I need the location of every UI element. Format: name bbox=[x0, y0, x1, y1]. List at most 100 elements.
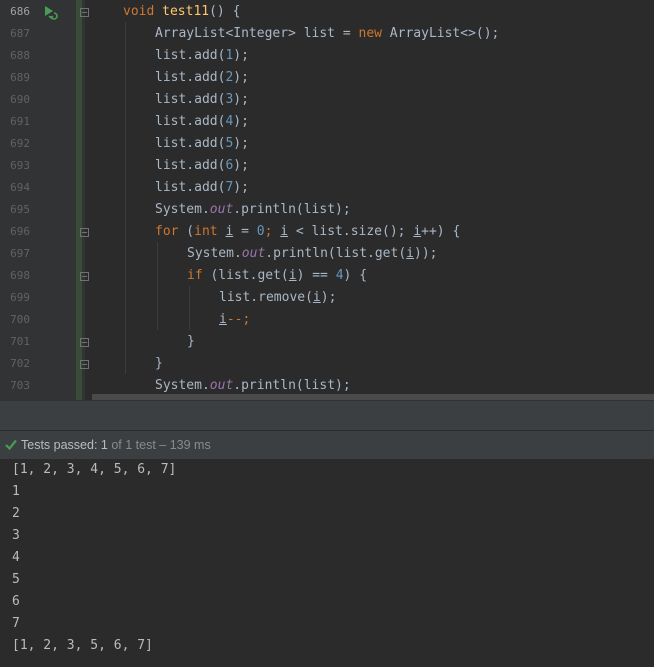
line-number: 701 bbox=[10, 335, 30, 348]
line-number: 688 bbox=[10, 49, 30, 62]
code-line-689: list.add(2); bbox=[155, 67, 654, 89]
fold-marker-icon[interactable] bbox=[80, 228, 89, 237]
gutter-line-701: 701 bbox=[0, 331, 89, 353]
code-text: ; bbox=[264, 224, 281, 239]
code-text: ); bbox=[233, 136, 249, 151]
line-number: 690 bbox=[10, 93, 30, 106]
console-line: 6 bbox=[12, 594, 20, 609]
gutter-line-689: 689 bbox=[0, 67, 85, 89]
console-line: 1 bbox=[12, 484, 20, 499]
line-number: 693 bbox=[10, 159, 30, 172]
gutter-line-694: 694 bbox=[0, 177, 85, 199]
line-number: 696 bbox=[10, 225, 30, 238]
editor-gutter: 686 687 688 689 690 691 692 693 694 695 … bbox=[0, 0, 89, 400]
run-test-icon[interactable] bbox=[42, 4, 58, 20]
code-line-701: } bbox=[187, 331, 654, 353]
code-text: ); bbox=[233, 92, 249, 107]
line-number: 695 bbox=[10, 203, 30, 216]
indent-guide bbox=[189, 286, 190, 330]
code-text: ArrayList<>(); bbox=[381, 26, 500, 41]
line-number: 692 bbox=[10, 137, 30, 150]
code-text: ); bbox=[233, 114, 249, 129]
code-text: --; bbox=[226, 312, 251, 327]
variable: i bbox=[413, 224, 422, 239]
code-text: System. bbox=[187, 246, 242, 261]
line-number: 687 bbox=[10, 27, 30, 40]
code-text: } bbox=[187, 334, 195, 349]
indent-guide bbox=[125, 22, 126, 374]
test-status: Tests passed: 1 of 1 test – 139 ms bbox=[21, 431, 211, 459]
console-line: 2 bbox=[12, 506, 20, 521]
code-text: .println(list); bbox=[233, 202, 351, 217]
code-text: ++) { bbox=[421, 224, 461, 239]
variable: i bbox=[288, 268, 297, 283]
code-line-690: list.add(3); bbox=[155, 89, 654, 111]
console-line: 3 bbox=[12, 528, 20, 543]
code-line-702: } bbox=[155, 353, 654, 375]
variable: i bbox=[312, 290, 321, 305]
indent-guide bbox=[157, 242, 158, 330]
code-line-700: i--; bbox=[219, 309, 654, 331]
code-line-698: if (list.get(i) == 4) { bbox=[187, 265, 654, 287]
line-number: 700 bbox=[10, 313, 30, 326]
code-text: list.add( bbox=[155, 114, 226, 129]
line-number: 699 bbox=[10, 291, 30, 304]
gutter-line-702: 702 bbox=[0, 353, 89, 375]
keyword: void bbox=[123, 4, 155, 19]
gutter-line-703: 703 bbox=[0, 375, 85, 397]
code-text: ); bbox=[233, 158, 249, 173]
static-field: out bbox=[209, 202, 234, 217]
code-text: () { bbox=[209, 4, 241, 19]
gutter-line-686: 686 bbox=[0, 1, 89, 23]
code-line-687: ArrayList<Integer> list = new ArrayList<… bbox=[155, 23, 654, 45]
test-passed-count: 1 bbox=[100, 438, 108, 452]
code-text: ( bbox=[178, 224, 195, 239]
code-text: list.add( bbox=[155, 136, 226, 151]
gutter-line-692: 692 bbox=[0, 133, 85, 155]
gutter-line-690: 690 bbox=[0, 89, 85, 111]
keyword: for bbox=[155, 224, 179, 239]
fold-marker-icon[interactable] bbox=[80, 338, 89, 347]
line-number: 698 bbox=[10, 269, 30, 282]
code-text: ArrayList<Integer> list = bbox=[155, 26, 359, 41]
line-number: 694 bbox=[10, 181, 30, 194]
code-line-699: list.remove(i); bbox=[219, 287, 654, 309]
code-line-688: list.add(1); bbox=[155, 45, 654, 67]
code-text: (list.get( bbox=[202, 268, 289, 283]
code-text: ); bbox=[233, 48, 249, 63]
code-editor[interactable]: 686 687 688 689 690 691 692 693 694 695 … bbox=[0, 0, 654, 400]
console-output[interactable]: [1, 2, 3, 4, 5, 6, 7] 1 2 3 4 5 6 7 [1, … bbox=[0, 459, 654, 667]
code-text: } bbox=[155, 356, 163, 371]
console-line: 7 bbox=[12, 616, 20, 631]
keyword: new bbox=[358, 26, 382, 41]
code-line-686: void test11() { bbox=[123, 1, 654, 23]
code-line-692: list.add(5); bbox=[155, 133, 654, 155]
code-line-691: list.add(4); bbox=[155, 111, 654, 133]
code-text: ); bbox=[233, 180, 249, 195]
static-field: out bbox=[209, 378, 234, 393]
number-literal: 0 bbox=[256, 224, 265, 239]
method-name: test11 bbox=[162, 4, 210, 19]
fold-marker-icon[interactable] bbox=[80, 360, 89, 369]
code-text: System. bbox=[155, 378, 210, 393]
code-text: .println(list); bbox=[233, 378, 351, 393]
fold-marker-icon[interactable] bbox=[80, 272, 89, 281]
code-text: list.remove( bbox=[219, 290, 313, 305]
check-icon bbox=[5, 439, 17, 450]
gutter-line-691: 691 bbox=[0, 111, 85, 133]
code-line-693: list.add(6); bbox=[155, 155, 654, 177]
gutter-line-696: 696 bbox=[0, 221, 89, 243]
code-text: .println(list.get( bbox=[265, 246, 407, 261]
code-text: list.add( bbox=[155, 92, 226, 107]
gutter-line-698: 698 bbox=[0, 265, 89, 287]
line-number: 689 bbox=[10, 71, 30, 84]
variable: i bbox=[406, 246, 414, 261]
test-status-label: Tests passed: bbox=[21, 438, 98, 452]
code-line-696: for (int i = 0; i < list.size(); i++) { bbox=[155, 221, 654, 243]
code-area[interactable]: void test11() { ArrayList<Integer> list … bbox=[92, 0, 654, 400]
code-text: < list.size(); bbox=[288, 224, 414, 239]
console-line: [1, 2, 3, 5, 6, 7] bbox=[12, 638, 153, 653]
gutter-line-687: 687 bbox=[0, 23, 85, 45]
fold-marker-icon[interactable] bbox=[80, 8, 89, 17]
run-tool-window-header bbox=[0, 400, 654, 431]
